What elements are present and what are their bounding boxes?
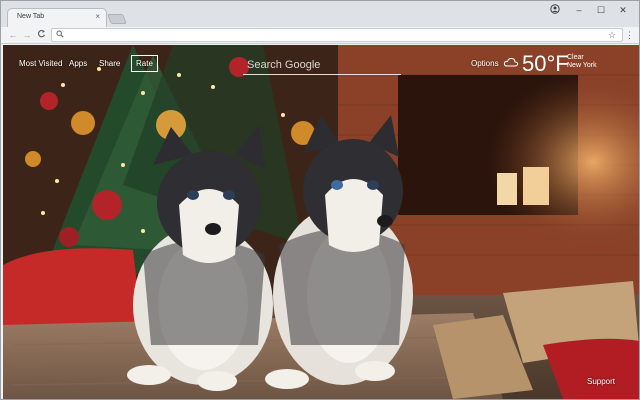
tab-strip: New Tab × – ☐ ✕ [1, 1, 639, 27]
address-input[interactable] [66, 30, 596, 40]
cloud-icon [503, 55, 519, 67]
weather-location: New York [567, 62, 597, 69]
tab-new-tab[interactable]: New Tab × [7, 8, 107, 27]
google-search-input[interactable] [247, 57, 397, 73]
tab-title: New Tab [17, 13, 45, 20]
weather-condition-block: Clear New York [567, 54, 597, 70]
tab-close-icon[interactable]: × [95, 12, 100, 22]
close-window-button[interactable]: ✕ [615, 4, 631, 16]
new-tab-button[interactable] [107, 14, 127, 24]
minimize-button[interactable]: – [571, 4, 587, 16]
back-arrow-icon[interactable]: ← [7, 29, 19, 41]
options-link[interactable]: Options [471, 59, 499, 68]
husky-puppies-background-image [3, 45, 639, 399]
address-bar[interactable]: ☆ [51, 28, 623, 42]
forward-arrow-icon[interactable]: → [21, 29, 33, 41]
apps-link[interactable]: Apps [69, 59, 87, 68]
weather-temperature: 50°F [522, 51, 569, 76]
weather-condition: Clear [567, 54, 584, 61]
profile-icon[interactable] [547, 4, 563, 17]
support-link[interactable]: Support [587, 377, 615, 386]
share-link[interactable]: Share [99, 59, 120, 68]
reload-icon[interactable] [35, 29, 47, 41]
google-search-box[interactable] [243, 55, 401, 75]
search-icon [56, 30, 64, 40]
rate-button[interactable]: Rate [131, 55, 158, 72]
browser-menu-icon[interactable]: ⋮ [625, 29, 634, 41]
browser-toolbar: ← → ☆ ⋮ [1, 27, 639, 44]
new-tab-page: Most Visited Apps Share Rate Options 50°… [3, 45, 639, 399]
browser-window: New Tab × – ☐ ✕ ← → ☆ ⋮ Most Visited App… [0, 0, 640, 400]
most-visited-link[interactable]: Most Visited [19, 59, 62, 68]
bookmark-star-icon[interactable]: ☆ [608, 29, 616, 41]
maximize-button[interactable]: ☐ [593, 4, 609, 16]
